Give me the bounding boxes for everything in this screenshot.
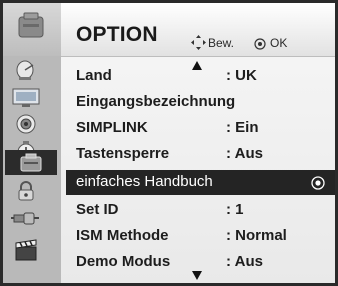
lock-icon[interactable]: [9, 179, 43, 203]
ok-hint: OK: [270, 36, 288, 50]
page-title: OPTION: [76, 23, 158, 46]
ok-button-icon: [254, 37, 266, 55]
navigate-arrows-icon: [191, 35, 206, 55]
menu-item-value: : UK: [226, 67, 257, 84]
menu-item-value: : Normal: [226, 227, 287, 244]
move-hint: Bew.: [208, 36, 235, 50]
option-icon[interactable]: [5, 150, 57, 175]
menu-item-einfaches-handbuch[interactable]: einfaches Handbuch: [66, 170, 335, 195]
picture-icon[interactable]: [9, 85, 43, 109]
input-plug-icon[interactable]: [9, 206, 43, 230]
menu-item-label: Land: [76, 67, 112, 84]
scroll-down-arrow-icon[interactable]: [192, 271, 202, 280]
menu-item-label: Eingangsbezeichnung: [76, 93, 236, 110]
menu-item-eingangsbezeichnung[interactable]: Eingangsbezeichnung: [66, 90, 335, 114]
media-clapper-icon[interactable]: [9, 235, 43, 265]
menu-item-land[interactable]: Land : UK: [66, 64, 335, 88]
audio-icon[interactable]: [9, 112, 43, 136]
menu-item-simplink[interactable]: SIMPLINK : Ein: [66, 116, 335, 140]
menu-item-ism-methode[interactable]: ISM Methode : Normal: [66, 224, 335, 248]
menu-item-value: : 1: [226, 201, 244, 218]
tv-menu-icon: [16, 11, 46, 48]
menu-item-label: ISM Methode: [76, 227, 169, 244]
menu-item-tastensperre[interactable]: Tastensperre : Aus: [66, 142, 335, 166]
sidebar-header: [3, 3, 61, 56]
menu-item-value: : Aus: [226, 253, 263, 270]
ok-select-icon: [311, 176, 325, 194]
menu-item-label: einfaches Handbuch: [76, 173, 213, 190]
menu-item-set-id[interactable]: Set ID : 1: [66, 198, 335, 222]
menu-item-value: : Aus: [226, 145, 263, 162]
menu-item-label: SIMPLINK: [76, 119, 148, 136]
satellite-dish-icon[interactable]: [9, 58, 43, 82]
menu-item-value: : Ein: [226, 119, 259, 136]
menu-item-label: Set ID: [76, 201, 119, 218]
menu-item-label: Tastensperre: [76, 145, 170, 162]
menu-item-label: Demo Modus: [76, 253, 171, 270]
